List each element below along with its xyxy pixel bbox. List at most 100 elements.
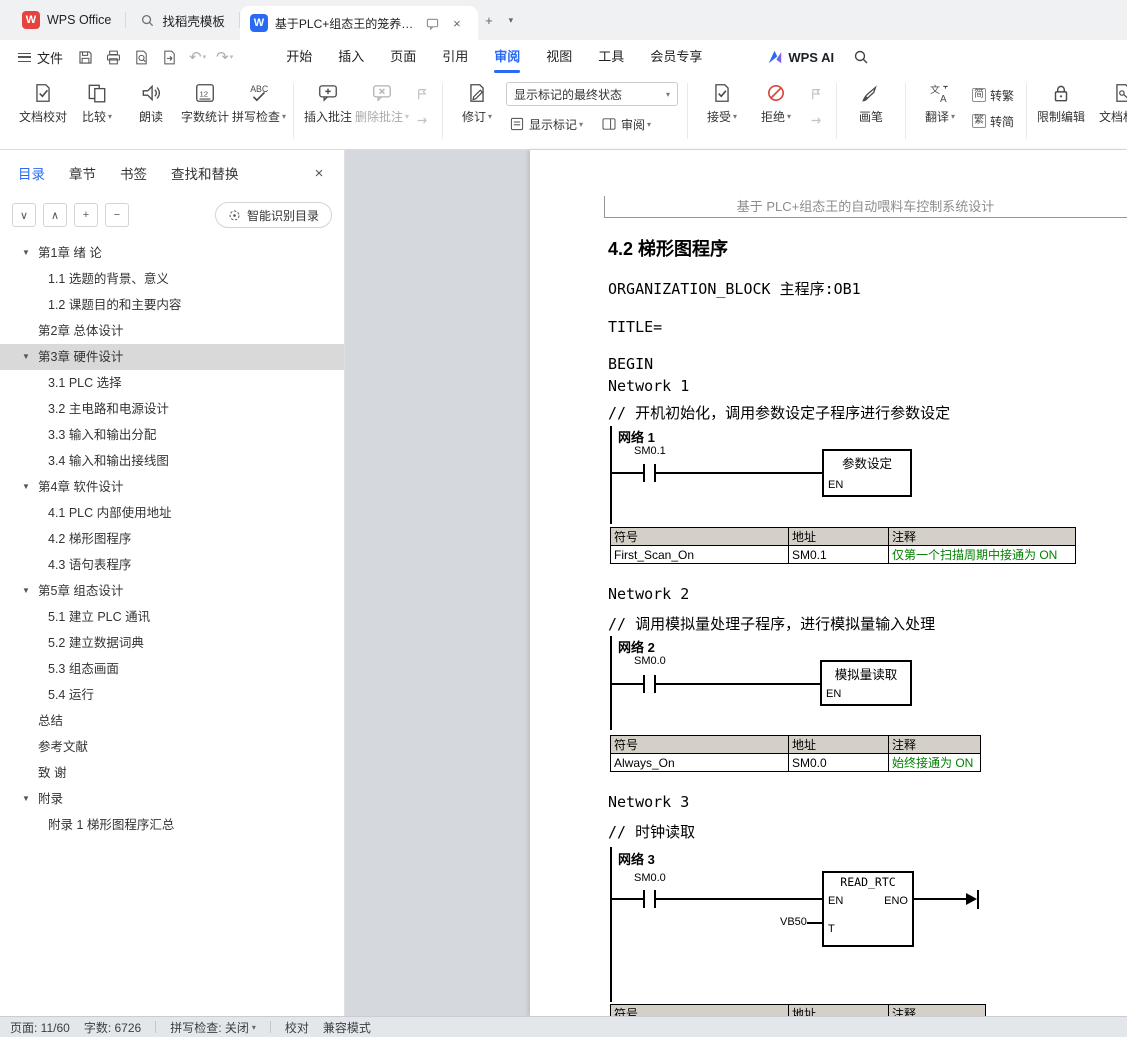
document-canvas[interactable]: 基于 PLC+组态王的自动喂料车控制系统设计 4.2 梯形图程序 ORGANIZ… [345,150,1127,1016]
dropdown-arrow-icon: ▾ [251,1022,256,1032]
next-change-button[interactable] [806,111,826,129]
tab-tools[interactable]: 工具 [585,40,637,74]
track-changes-button[interactable]: 修订 ▾ [450,74,504,125]
accept-change-button[interactable]: 接受 ▾ [695,74,749,125]
tab-review[interactable]: 审阅 [481,40,533,74]
restrict-editing-button[interactable]: 限制编辑 [1034,74,1088,125]
document-page[interactable]: 基于 PLC+组态王的自动喂料车控制系统设计 4.2 梯形图程序 ORGANIZ… [530,150,1127,1016]
toc-item-4-2[interactable]: 4.2 梯形图程序 [0,526,344,552]
smart-toc-button[interactable]: 智能识别目录 [214,202,332,228]
read-aloud-button[interactable]: 朗读 [124,74,178,125]
to-simplified-button[interactable]: 繁 转简 [969,112,1017,130]
toc-item-5-4[interactable]: 5.4 运行 [0,682,344,708]
redo-button[interactable]: ↷ ▾ [216,48,237,66]
spell-check-button[interactable]: ABC 拼写检查 ▾ [232,74,286,125]
chevron-expanded-icon[interactable]: ▼ [22,344,30,370]
delete-comment-button[interactable]: 删除批注 ▾ [355,74,409,125]
template-tab[interactable]: 找稻壳模板 [126,0,239,40]
toc-item-5-3[interactable]: 5.3 组态画面 [0,656,344,682]
toc-item-ch5[interactable]: ▼ 第5章 组态设计 [0,578,344,604]
toc-item-3-4[interactable]: 3.4 输入和输出接线图 [0,448,344,474]
toc-item-ch4[interactable]: ▼ 第4章 软件设计 [0,474,344,500]
export-button[interactable] [156,44,182,70]
redo-chevron-icon[interactable]: ▾ [230,53,234,61]
review-pane-button[interactable]: 审阅 ▾ [598,112,654,136]
wps-ai-button[interactable]: WPS AI [767,49,834,65]
file-menu-button[interactable]: 文件 [10,40,71,74]
toc-item-5-1[interactable]: 5.1 建立 PLC 通讯 [0,604,344,630]
show-markup-button[interactable]: 显示标记 ▾ [506,112,586,136]
toc-item-appendix[interactable]: ▼ 附录 [0,786,344,812]
doc-proofread-button[interactable]: 文档校对 [16,74,70,125]
to-traditional-button[interactable]: 简 转繁 [969,86,1017,104]
en-pin-label: EN [828,479,844,491]
word-count-button[interactable]: 12 字数统计 [178,74,232,125]
menu-bar: 文件 ↶ ▾ ↷ ▾ 开始 插入 页面 引用 审阅 视图 工具 会员专享 WPS… [0,40,1127,74]
table-header-cell: 注释 [888,735,981,754]
zoom-out-toc-button[interactable]: − [105,203,129,227]
undo-chevron-icon[interactable]: ▾ [203,53,207,61]
tab-home[interactable]: 开始 [273,40,325,74]
page-number-indicator[interactable]: 页面: 11/60 [10,1019,70,1036]
previous-comment-button[interactable] [412,85,432,103]
toc-item-ch3-selected[interactable]: ▼ 第3章 硬件设计 [0,344,344,370]
collapse-all-button[interactable]: ∨ [12,203,36,227]
markup-state-select[interactable]: 显示标记的最终状态 ▾ [506,82,678,106]
toc-item-3-2[interactable]: 3.2 主电路和电源设计 [0,396,344,422]
spell-check-status[interactable]: 拼写检查: 关闭 ▾ [170,1019,256,1036]
document-tab[interactable]: W 基于PLC+组态王的笼养鸡养殖... × [239,6,478,40]
toc-item-5-2[interactable]: 5.2 建立数据词典 [0,630,344,656]
toc-item-acknowledgement[interactable]: 致 谢 [0,760,344,786]
translate-button[interactable]: 文A 翻译 ▾ [913,74,967,125]
search-button[interactable] [848,44,874,70]
close-tab-icon[interactable]: × [446,12,468,34]
toc-item-references[interactable]: 参考文献 [0,734,344,760]
expand-all-button[interactable]: ∧ [43,203,67,227]
proofread-status-button[interactable]: 校对 [285,1019,309,1036]
tab-list-chevron-icon[interactable]: ▾ [500,9,522,31]
print-preview-button[interactable] [128,44,154,70]
chevron-expanded-icon[interactable]: ▼ [22,474,30,500]
reject-change-button[interactable]: 拒绝 ▾ [749,74,803,125]
print-button[interactable] [100,44,126,70]
word-count-indicator[interactable]: 字数: 6726 [84,1019,141,1036]
tab-view[interactable]: 视图 [533,40,585,74]
toc-item-1-2[interactable]: 1.2 课题目的和主要内容 [0,292,344,318]
toc-item-3-3[interactable]: 3.3 输入和输出分配 [0,422,344,448]
sidebar-tab-bookmarks[interactable]: 书签 [120,163,147,183]
sidebar-tab-find-replace[interactable]: 查找和替换 [171,163,239,183]
sidebar-tab-toc[interactable]: 目录 [18,163,45,183]
tab-page[interactable]: 页面 [377,40,429,74]
zoom-in-toc-button[interactable]: + [74,203,98,227]
show-markup-icon [510,117,524,131]
home-tab[interactable]: W WPS Office [8,0,125,40]
toc-item-4-1[interactable]: 4.1 PLC 内部使用地址 [0,500,344,526]
close-sidebar-icon[interactable]: × [308,162,330,184]
chevron-expanded-icon[interactable]: ▼ [22,578,30,604]
toc-item-ch2[interactable]: 第2章 总体设计 [0,318,344,344]
new-tab-button[interactable]: + [478,9,500,31]
markup-state-value: 显示标记的最终状态 [514,87,623,102]
sidebar-tab-chapters[interactable]: 章节 [69,163,96,183]
previous-change-button[interactable] [806,85,826,103]
toc-item-4-3[interactable]: 4.3 语句表程序 [0,552,344,578]
toc-item-3-1[interactable]: 3.1 PLC 选择 [0,370,344,396]
tab-insert[interactable]: 插入 [325,40,377,74]
track-changes-label: 修订 [461,110,486,124]
smart-toc-label: 智能识别目录 [246,208,319,223]
toc-item-ch1[interactable]: ▼ 第1章 绪 论 [0,240,344,266]
ink-pen-button[interactable]: 画笔 [844,74,898,125]
compare-button[interactable]: 比较 ▾ [70,74,124,125]
toc-item-summary[interactable]: 总结 [0,708,344,734]
tab-reference[interactable]: 引用 [429,40,481,74]
toc-item-1-1[interactable]: 1.1 选题的背景、意义 [0,266,344,292]
undo-button[interactable]: ↶ ▾ [189,48,210,66]
doc-permission-button[interactable]: 文档权限 [1088,74,1127,125]
chevron-expanded-icon[interactable]: ▼ [22,786,30,812]
toc-item-appendix-1[interactable]: 附录 1 梯形图程序汇总 [0,812,344,838]
tab-member[interactable]: 会员专享 [637,40,715,74]
chevron-expanded-icon[interactable]: ▼ [22,240,30,266]
save-button[interactable] [72,44,98,70]
next-comment-button[interactable] [412,111,432,129]
insert-comment-button[interactable]: 插入批注 [301,74,355,125]
